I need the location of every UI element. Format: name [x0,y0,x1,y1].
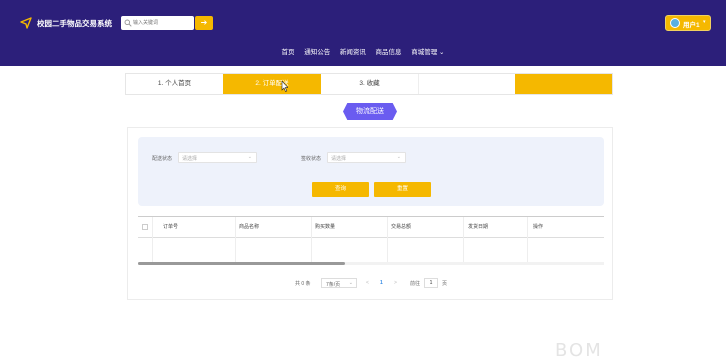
avatar [670,18,680,28]
chevron-down-icon: ⌄ [348,280,353,286]
col-order-number: 订单号 [163,224,179,230]
page-size-value: 7条/页 [326,282,341,288]
prev-page-button[interactable]: < [366,280,369,286]
user-name: 用户1 [683,22,700,29]
search-box[interactable] [121,16,194,30]
pagination: 共 0 条 7条/页 ⌄ < 1 > 前往 1 页 [128,278,614,290]
profile-tabs: 1. 个人首页 2. 订单配送 3. 收藏 [125,73,613,95]
tab-personal-home[interactable]: 1. 个人首页 [126,74,223,94]
col-ship-date: 发货日期 [468,224,489,230]
sign-status-select[interactable]: 请选择 ⌄ [327,152,406,163]
tab-favorites[interactable]: 3. 收藏 [321,74,418,94]
arrow-right-icon: ➔ [200,18,208,27]
chevron-down-icon: ⌄ [396,154,401,160]
delivery-status-select[interactable]: 请选择 ⌄ [178,152,257,163]
search-icon [124,19,132,27]
col-actions: 操作 [533,224,544,230]
table-body [138,238,604,262]
search-button[interactable]: ➔ [195,16,213,30]
app-title: 校园二手物品交易系统 [37,19,112,28]
page-number-current[interactable]: 1 [380,280,383,286]
goto-suffix: 页 [442,281,448,287]
delivery-card: 配送状态 请选择 ⌄ 签收状态 请选择 ⌄ 查询 重置 订单号 商品名称 购买数… [127,127,613,300]
sign-status-placeholder: 请选择 [331,156,347,162]
mouse-cursor-icon [281,81,288,92]
goto-page-input[interactable]: 1 [424,278,438,288]
search-input[interactable] [133,18,191,28]
nav-item-news[interactable]: 新闻资讯 [340,46,366,60]
sign-status-label: 签收状态 [301,156,322,162]
horizontal-scrollbar[interactable] [138,262,604,265]
watermark: BOM [555,340,603,361]
table-header: 订单号 商品名称 购买数量 交易总额 发货日期 操作 [138,216,604,265]
main-nav: 首页 通知公告 新闻资讯 商品信息 商城管理 ⌄ [0,46,726,60]
select-all-checkbox[interactable] [142,224,148,230]
paper-plane-icon [20,17,32,29]
goto-label: 前往 [410,281,421,287]
delivery-status-placeholder: 请选择 [182,156,198,162]
next-page-button[interactable]: > [394,280,397,286]
query-button[interactable]: 查询 [312,182,369,197]
tab-order-delivery[interactable]: 2. 订单配送 [223,74,321,94]
tab-empty[interactable] [418,74,515,94]
nav-item-products[interactable]: 商品信息 [376,46,402,60]
scrollbar-thumb[interactable] [138,262,345,265]
chevron-down-icon: ▾ [703,19,706,25]
total-count: 共 0 条 [295,281,311,287]
user-menu-button[interactable]: 用户1 ▾ [665,15,711,31]
col-quantity: 购买数量 [315,224,336,230]
chevron-down-icon: ⌄ [247,154,252,160]
nav-item-home[interactable]: 首页 [282,46,295,60]
section-title: 物流配送 [343,103,397,120]
page-size-select[interactable]: 7条/页 ⌄ [321,278,357,288]
header-bar: 校园二手物品交易系统 ➔ 用户1 ▾ 首页 通知公告 新闻资讯 商品信息 商城管… [0,0,726,66]
delivery-status-label: 配送状态 [152,156,173,162]
tab-highlight[interactable] [515,74,612,94]
filter-panel: 配送状态 请选择 ⌄ 签收状态 请选择 ⌄ 查询 重置 [138,137,604,206]
nav-item-notices[interactable]: 通知公告 [304,46,330,60]
col-total: 交易总额 [391,224,412,230]
col-product-name: 商品名称 [239,224,260,230]
reset-button[interactable]: 重置 [374,182,431,197]
nav-item-mall-admin[interactable]: 商城管理 ⌄ [411,46,444,60]
